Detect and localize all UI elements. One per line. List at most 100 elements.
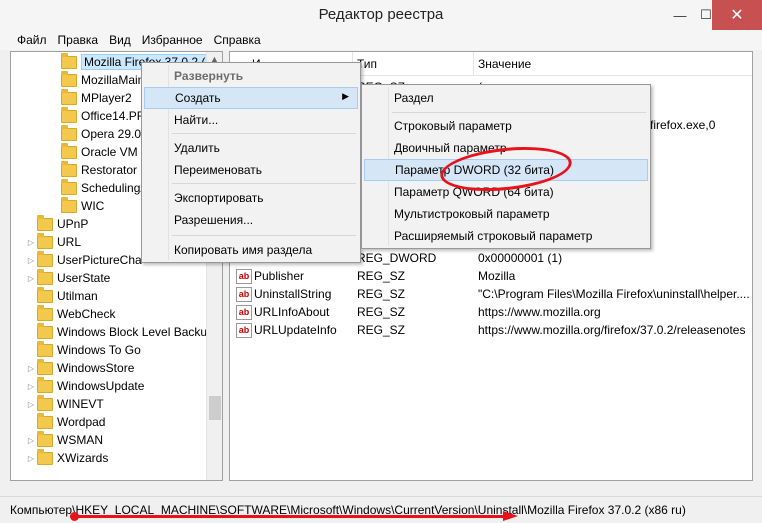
context-menu-item-label: Копировать имя раздела [174,243,313,257]
string-value-icon: ab [236,305,252,320]
expand-chevron-icon[interactable]: ▷ [25,238,37,247]
tree-item[interactable]: ▷ URL [25,232,81,251]
string-value-icon: ab [236,323,252,338]
tree-item[interactable]: WIC [49,196,105,215]
folder-icon [37,214,53,231]
folder-icon [37,286,53,303]
column-value[interactable]: Значение [478,57,531,71]
value-data: https://www.mozilla.org/firefox/37.0.2/r… [478,323,746,337]
tree-item[interactable]: WebCheck [25,304,115,323]
menu-file[interactable]: Файл [0,30,52,50]
expand-chevron-icon[interactable]: ▷ [25,382,37,391]
submenu-item[interactable]: Строковый параметр [364,115,648,137]
folder-icon [37,250,53,267]
value-data: "C:\Program Files\Mozilla Firefox\uninst… [478,287,750,301]
tree-item-label: WIC [81,199,105,213]
value-data: Mozilla [478,269,516,283]
minimize-button[interactable]: — [667,0,693,30]
tree-item-label: WindowsStore [57,361,135,375]
tree-item[interactable]: ▷ WSMAN [25,430,103,449]
tree-item-label: UPnP [57,217,89,231]
tree-item[interactable]: Utilman [25,286,98,305]
submenu-item-label: Строковый параметр [394,119,512,133]
value-data: 0x00000001 (1) [478,251,563,265]
tree-item[interactable]: MPlayer2 [49,88,132,107]
value-row[interactable]: ab URLUpdateInfo REG_SZ https://www.mozilla… [230,321,752,340]
folder-icon [61,160,77,177]
tree-item[interactable]: ▷ XWizards [25,448,108,467]
menu-help[interactable]: Справка [208,30,266,50]
tree-item-label: MozillaMain [81,73,145,87]
tree-item[interactable]: ▷ UserPictureCha [25,250,142,269]
value-row[interactable]: ab UninstallString REG_SZ "C:\Program Files… [230,285,752,304]
value-row[interactable]: ab Publisher REG_SZ Mozilla [230,267,752,286]
expand-chevron-icon[interactable]: ▷ [25,400,37,409]
menu-bar: Файл Правка Вид Избранное Справка [0,30,762,50]
folder-icon [37,394,53,411]
tree-item[interactable]: ▷ WINEVT [25,394,104,413]
string-value-icon: ab [236,269,252,284]
tree-item[interactable]: ▷ UserState [25,268,111,287]
status-bar: Компьютер\HKEY_LOCAL_MACHINE\SOFTWARE\Mi… [0,496,762,523]
tree-item-label: SchedulingA [81,181,149,195]
close-button[interactable]: ✕ [712,0,762,30]
context-menu-item[interactable]: Копировать имя раздела [144,239,358,261]
context-menu-item[interactable]: Разрешения... [144,209,358,231]
tree-item[interactable]: UPnP [25,214,89,233]
tree-item[interactable]: SchedulingA [49,178,149,197]
tree-item[interactable]: Windows To Go [25,340,141,359]
menu-view[interactable]: Вид [103,30,136,50]
column-divider[interactable] [473,52,474,76]
context-menu-item-label: Развернуть [174,69,244,83]
annotation-arrow-icon [503,511,518,521]
submenu-arrow-icon: ▶ [342,91,349,101]
context-menu-item[interactable]: Экспортировать [144,187,358,209]
folder-icon [61,142,77,159]
submenu-item[interactable]: Мультистроковый параметр [364,203,648,225]
scrollbar-thumb[interactable] [209,396,221,420]
folder-icon [61,70,77,87]
context-menu-item[interactable]: Развернуть [144,65,358,87]
expand-chevron-icon[interactable]: ▷ [25,256,37,265]
tree-item[interactable]: MozillaMain [49,70,145,89]
menu-favorites[interactable]: Избранное [136,30,208,50]
context-menu-item-label: Разрешения... [174,213,254,227]
tree-item-label: Windows Block Level Backu [57,325,208,339]
annotation-line [76,515,506,518]
value-name: UninstallString [254,287,332,301]
context-menu-item[interactable]: Найти... [144,109,358,131]
value-row[interactable]: ab URLInfoAbout REG_SZ https://www.mozilla.… [230,303,752,322]
tree-item[interactable]: ▷ WindowsStore [25,358,135,377]
tree-item[interactable]: Oracle VM V [49,142,149,161]
tree-item-label: MPlayer2 [81,91,132,105]
expand-chevron-icon[interactable]: ▷ [25,436,37,445]
context-menu-item[interactable]: Удалить [144,137,358,159]
value-type: REG_SZ [357,323,406,337]
tree-item[interactable]: Office14.PR [49,106,145,125]
value-name: URLInfoAbout [254,305,330,319]
menu-edit[interactable]: Правка [52,30,104,50]
tree-item[interactable]: Restorator 2 [49,160,147,179]
context-menu-item[interactable]: Переименовать [144,159,358,181]
tree-item-label: UserState [57,271,111,285]
tree-item[interactable]: Windows Block Level Backu [25,322,208,341]
context-menu-item-label: Экспортировать [174,191,264,205]
menu-separator [392,112,646,113]
tree-item[interactable]: Opera 29.0. [49,124,144,143]
string-value-icon: ab [236,287,252,302]
folder-icon [61,196,77,213]
value-name: URLUpdateInfo [254,323,337,337]
value-name: Publisher [254,269,305,283]
tree-item[interactable]: ▷ WindowsUpdate [25,376,144,395]
folder-icon [37,448,53,465]
folder-icon [37,232,53,249]
expand-chevron-icon[interactable]: ▷ [25,274,37,283]
tree-item[interactable]: Wordpad [25,412,105,431]
folder-icon [61,178,77,195]
expand-chevron-icon[interactable]: ▷ [25,454,37,463]
submenu-item[interactable]: Раздел [364,87,648,109]
context-menu-item[interactable]: Создать ▶ [144,87,358,109]
menu-separator [172,183,356,184]
submenu-item[interactable]: Расширяемый строковый параметр [364,225,648,247]
expand-chevron-icon[interactable]: ▷ [25,364,37,373]
